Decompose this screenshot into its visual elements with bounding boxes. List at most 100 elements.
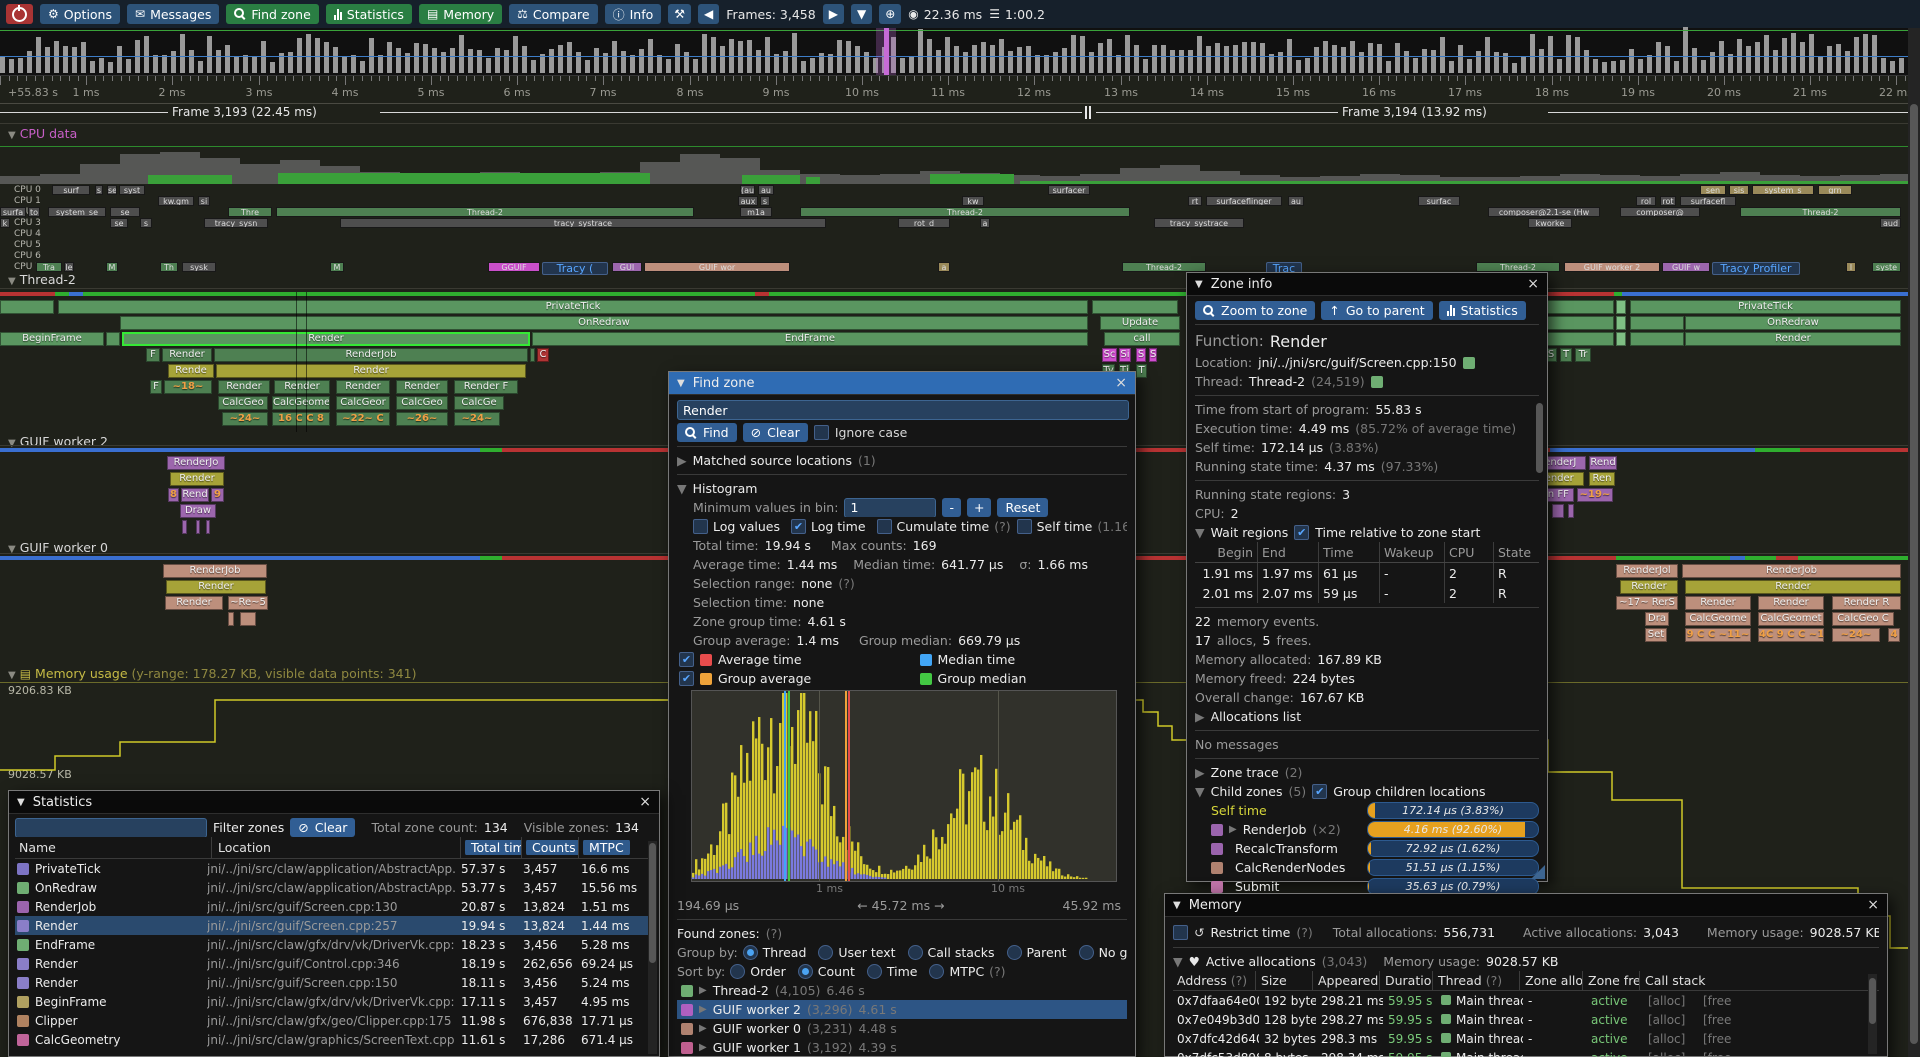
- thread2-section-header[interactable]: ▼Thread-2: [8, 272, 76, 287]
- timeline-zone[interactable]: RenderJob: [163, 564, 267, 578]
- legend-item[interactable]: ✔Average time: [679, 650, 899, 669]
- timeline-zone[interactable]: CalcGeor: [336, 396, 390, 410]
- timeline-zone[interactable]: [106, 332, 120, 346]
- timeline-zone[interactable]: Render: [166, 580, 266, 594]
- timeline-zone[interactable]: BeginFrame: [0, 332, 104, 346]
- timeline-zone[interactable]: PrivateTick: [1630, 300, 1901, 314]
- timeline-zone[interactable]: Dra: [1645, 612, 1669, 626]
- timeline-zone[interactable]: ~26~: [396, 412, 448, 426]
- histogram-expander[interactable]: ▼Histogram: [677, 479, 1127, 498]
- timeline-zone[interactable]: [228, 612, 234, 626]
- cpu-zone[interactable]: GUIF worker 2: [1564, 262, 1660, 272]
- timeline-zone[interactable]: CalcGeome: [1685, 612, 1751, 626]
- cpu-zone[interactable]: se: [110, 218, 128, 228]
- active-allocations-expander[interactable]: ▼♥ Active allocations(3,043) Memory usag…: [1173, 952, 1879, 971]
- sort-total-time[interactable]: Total time: [465, 840, 521, 855]
- timeline-zone[interactable]: Ren: [1589, 472, 1615, 486]
- next-frame-button[interactable]: ▶: [823, 4, 844, 24]
- cpu-zone[interactable]: rot_d: [898, 218, 950, 228]
- cpu-zone[interactable]: Tracy (: [542, 262, 608, 275]
- wait-region-row[interactable]: 1.91 ms 1.97 ms 61 μs - 2 R: [1195, 563, 1539, 583]
- timeline-zone[interactable]: 16 C C 8: [272, 412, 330, 426]
- timeline-zone[interactable]: Render: [1685, 332, 1901, 346]
- cpu-zone[interactable]: sysk: [182, 262, 216, 272]
- cpu-zone[interactable]: tracy_systrace: [1154, 218, 1244, 228]
- allocation-row[interactable]: 0x7dfc42d640 32 bytes 298.3 ms 59.95 s M…: [1173, 1029, 1879, 1048]
- timeline-zone[interactable]: CalcGe: [454, 396, 504, 410]
- found-zone-group-row[interactable]: ▶ GUIF worker 0(3,231)4.48 s: [677, 1019, 1127, 1038]
- histogram-option-checkbox[interactable]: Self time(1.16%): [1017, 519, 1127, 534]
- statistics-row[interactable]: Clipper jni/../jni/src/claw/gfx/geo/Clip…: [15, 1011, 653, 1030]
- collapse-icon[interactable]: ▼: [677, 378, 685, 389]
- found-zone-group-row[interactable]: ▶ GUIF worker 2(3,296)4.61 s: [677, 1000, 1127, 1019]
- timeline-zone[interactable]: [1092, 300, 1178, 314]
- frame-3194-label[interactable]: Frame 3,194 (13.92 ms): [1342, 105, 1487, 119]
- timeline-zone[interactable]: 8: [168, 488, 179, 502]
- cpu-zone[interactable]: Tra: [36, 262, 62, 272]
- timeline-zone[interactable]: S: [1136, 348, 1146, 362]
- cpu-zone[interactable]: surf: [52, 185, 90, 195]
- cpu-zone[interactable]: Thre: [228, 207, 272, 217]
- info-button[interactable]: ⓘInfo: [605, 4, 662, 24]
- memory-scrollbar[interactable]: [1869, 978, 1876, 1024]
- histogram-option-checkbox[interactable]: Log values: [693, 519, 785, 534]
- timeline-zone[interactable]: [1552, 504, 1564, 518]
- timeline-zone[interactable]: 9: [211, 488, 224, 502]
- collapse-icon[interactable]: ▼: [1173, 900, 1181, 911]
- timeline-zone[interactable]: Render: [1685, 580, 1901, 594]
- timeline-zone[interactable]: [1540, 316, 1614, 330]
- cpu-zone[interactable]: m1a: [740, 207, 772, 217]
- statistics-scrollbar[interactable]: [649, 843, 656, 963]
- timeline-zone[interactable]: [1630, 332, 1684, 346]
- cpu-zone[interactable]: syst: [119, 185, 145, 195]
- close-icon[interactable]: ×: [1867, 897, 1879, 913]
- allocation-row[interactable]: 0x7dfc53d898 8 bytes 298.34 ms 59.95 s M…: [1173, 1048, 1879, 1057]
- timeline-zone[interactable]: [1616, 316, 1626, 330]
- timeline-zone[interactable]: call: [1104, 332, 1180, 346]
- prev-frame-button[interactable]: ◀: [698, 4, 719, 24]
- cpu-zone[interactable]: M: [330, 262, 344, 272]
- timeline-zone[interactable]: Draw: [180, 504, 216, 518]
- timeline-zone[interactable]: ~24~: [222, 412, 268, 426]
- cpu-zone[interactable]: composer@: [1620, 207, 1700, 217]
- timeline-zone[interactable]: EndFrame: [532, 332, 1088, 346]
- group-by-radio[interactable]: No grouping: [1079, 945, 1127, 960]
- collapse-icon[interactable]: ▼: [17, 797, 25, 808]
- cpu-zone[interactable]: Thread-2: [1122, 262, 1206, 272]
- cpu-zone[interactable]: se: [110, 207, 140, 217]
- group-by-radio[interactable]: User text: [818, 945, 895, 960]
- timeline-zone[interactable]: PrivateTick: [58, 300, 1088, 314]
- cpu-data-section-header[interactable]: ▼CPU data: [8, 126, 77, 141]
- zone-thread[interactable]: Thread-2: [1249, 374, 1305, 389]
- restrict-time-checkbox[interactable]: [1173, 925, 1188, 940]
- cpu-zone[interactable]: a: [938, 262, 950, 272]
- zoom-to-zone-button[interactable]: Zoom to zone: [1195, 301, 1315, 320]
- child-zone-row[interactable]: CalcRenderNodes 51.51 μs (1.15%): [1195, 858, 1539, 877]
- matched-source-locations-expander[interactable]: ▶Matched source locations(1): [677, 451, 1127, 470]
- goto-frame-button[interactable]: ⊕: [879, 4, 901, 24]
- timeline-zone[interactable]: Update: [1100, 316, 1180, 330]
- timeline-zone[interactable]: [182, 520, 187, 534]
- cpu-zone[interactable]: tracy_systrace: [340, 218, 826, 228]
- overview-current-frame-marker[interactable]: [884, 28, 889, 75]
- cpu-zone[interactable]: Thread-2: [1476, 262, 1560, 272]
- tools-button[interactable]: ⚒: [668, 4, 691, 24]
- cpu-zone[interactable]: Th: [160, 262, 178, 272]
- timeline-zone[interactable]: 9 C C ~11~: [1685, 628, 1751, 642]
- timeline-zone[interactable]: OnRedraw: [1685, 316, 1901, 330]
- timeline-zone[interactable]: ~22~ C: [336, 412, 390, 426]
- timeline-zone[interactable]: Rend: [1589, 456, 1617, 470]
- histogram-option-checkbox[interactable]: ✔Log time: [791, 519, 871, 534]
- timeline-zone[interactable]: ~17~ RerS: [1616, 596, 1678, 610]
- timeline-zone[interactable]: ~19~: [1577, 488, 1613, 502]
- statistics-titlebar[interactable]: ▼ Statistics ×: [9, 791, 659, 814]
- cpu-zone[interactable]: s: [95, 185, 103, 195]
- timeline-zone[interactable]: Render: [218, 380, 270, 394]
- timeline-zone[interactable]: RenderJob: [1682, 564, 1901, 578]
- child-zone-row[interactable]: ▶ RenderJob(×2) 4.16 ms (92.60%): [1195, 820, 1539, 839]
- legend-item[interactable]: ✔Median time: [899, 650, 1119, 669]
- memory-titlebar[interactable]: ▼ Memory ×: [1165, 894, 1887, 917]
- statistics-row[interactable]: Render jni/../jni/src/guif/Screen.cpp:25…: [15, 916, 653, 935]
- cpu-zone[interactable]: (au: [740, 185, 755, 195]
- guif-worker2-section-header[interactable]: ▼GUIF worker 2: [8, 434, 108, 449]
